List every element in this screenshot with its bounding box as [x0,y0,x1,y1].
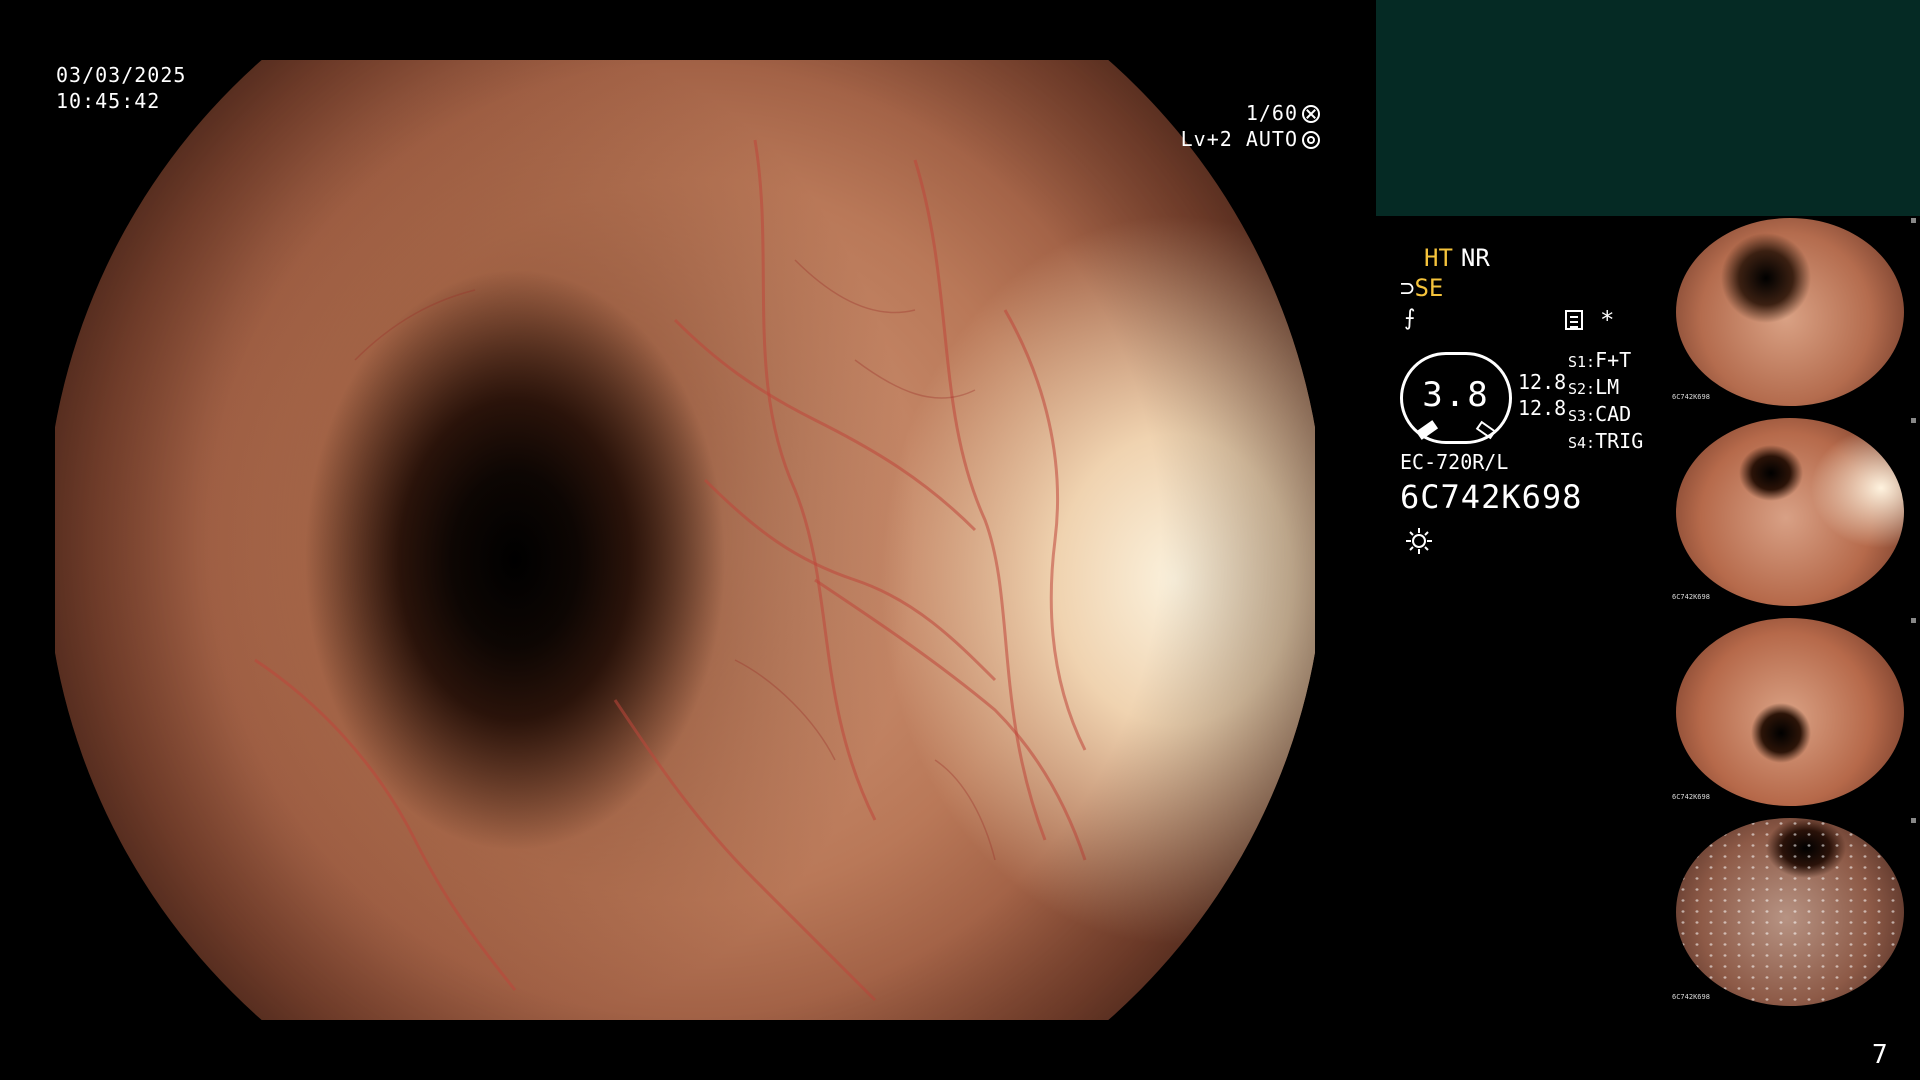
ht-mode: HT [1424,244,1453,272]
thumbnail-image [1676,218,1904,406]
thumbnail-tag: 6C742K698 [1672,993,1710,1001]
memo-icon [1565,310,1583,330]
thumbnail-3[interactable]: 6C742K698 [1670,614,1920,814]
gauge-left-marker [1415,420,1439,440]
thumbnail-tag: 6C742K698 [1672,793,1710,801]
thumbnail-tag: 6C742K698 [1672,393,1710,401]
thumbnail-image [1676,818,1904,1006]
auto-exposure-icon [1302,131,1320,149]
thumbnail-image [1676,618,1904,806]
exposure-info: 1/60 Lv+2 AUTO [1181,100,1320,152]
scope-button-s3: S3:CAD [1568,402,1632,426]
page-number: 7 [1872,1040,1888,1070]
endoscope-view [55,60,1315,1020]
shutter-icon [1302,105,1320,123]
mode-row: HT NR [1424,244,1490,272]
gauge-right-marker [1475,420,1497,440]
thumbnail-strip: 6C742K698 6C742K698 6C742K698 6C742K698 [1670,214,1920,1014]
thumbnail-4[interactable]: 6C742K698 [1670,814,1920,1014]
thumbnail-marker [1911,418,1916,423]
thumbnail-marker [1911,818,1916,823]
iris-gauge: 3.8 [1400,352,1512,444]
shutter-speed: 1/60 [1245,101,1298,125]
contrast-icon: ⨍ [1404,306,1416,331]
star-icon: * [1600,306,1615,334]
se-row: ⊃SE [1400,274,1443,302]
scope-button-s1: S1:F+T [1568,348,1632,372]
thumbnail-2[interactable]: 6C742K698 [1670,414,1920,614]
gauge-value-2: 12.8 [1518,396,1567,420]
status-panel: HT NR ⊃SE ⨍ * 3.8 12.8 12.8 S1:F+T S2:LM … [1400,240,1660,560]
brightness-icon [1406,528,1432,554]
se-mode: SE [1414,274,1444,302]
brightness-level: Lv+2 [1180,127,1233,151]
date-text: 03/03/2025 [56,63,187,87]
timestamp: 03/03/2025 10:45:42 [56,62,186,114]
thumbnail-tag: 6C742K698 [1672,593,1710,601]
exposure-mode: AUTO [1245,127,1298,151]
nr-mode: NR [1460,244,1490,272]
thumbnail-marker [1911,618,1916,623]
thumbnail-image [1676,418,1904,606]
scope-button-s2: S2:LM [1568,375,1620,399]
gauge-value-1: 12.8 [1518,370,1567,394]
thumbnail-1[interactable]: 6C742K698 [1670,214,1920,414]
scope-model: EC-720R/L [1400,450,1509,474]
endoscope-vignette [55,60,1315,1020]
scope-button-list: S1:F+T S2:LM S3:CAD S4:TRIG [1568,348,1643,456]
thumbnail-marker [1911,218,1916,223]
preview-panel [1376,0,1920,216]
scope-button-s4: S4:TRIG [1568,429,1644,453]
hand-icon: ⊃ [1400,274,1415,302]
gauge-value: 3.8 [1422,375,1490,415]
time-text: 10:45:42 [56,89,161,113]
scope-serial: 6C742K698 [1400,478,1583,516]
